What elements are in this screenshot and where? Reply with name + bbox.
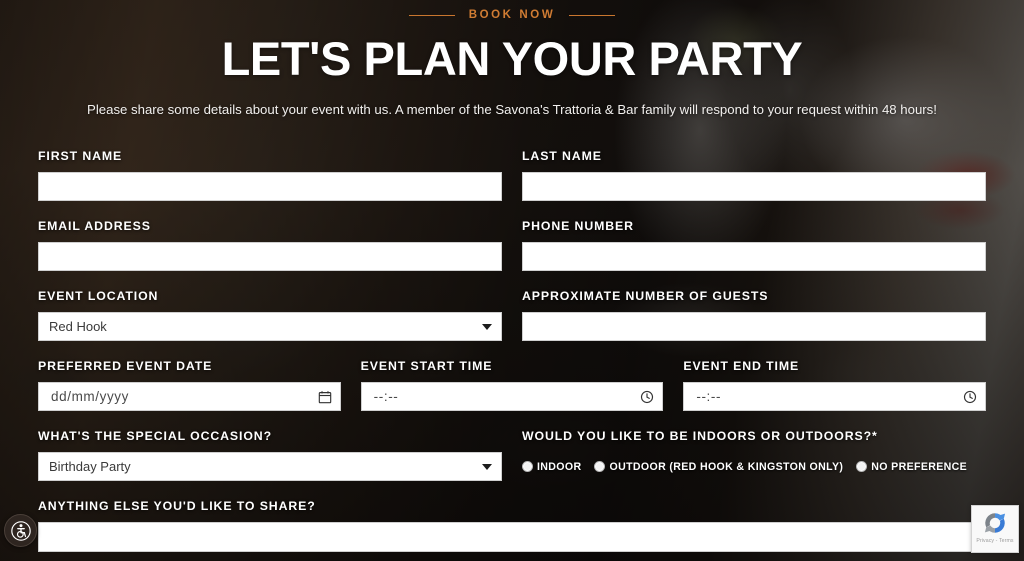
- field-phone: PHONE NUMBER: [522, 219, 986, 272]
- eyebrow-rule-left: [408, 14, 455, 16]
- end-time-value: --:--: [683, 382, 987, 412]
- eyebrow-block: BOOK NOW: [38, 0, 986, 21]
- radio-button-icon[interactable]: [522, 461, 533, 473]
- eyebrow-label: BOOK NOW: [468, 9, 556, 21]
- radio-button-icon[interactable]: [856, 461, 868, 473]
- field-event-date: PREFERRED EVENT DATE dd/mm/yyyy: [38, 359, 341, 412]
- wheelchair-accessibility-icon: [10, 520, 31, 541]
- field-email: EMAIL ADDRESS: [38, 219, 502, 272]
- form-row-names: FIRST NAME LAST NAME: [38, 149, 986, 202]
- form-row-contact: EMAIL ADDRESS PHONE NUMBER: [38, 219, 986, 272]
- radio-option-label: INDOOR: [537, 460, 582, 473]
- field-last-name: LAST NAME: [522, 149, 986, 202]
- first-name-input[interactable]: [38, 172, 502, 202]
- occasion-select[interactable]: Birthday Party: [38, 452, 502, 482]
- field-anything-else: ANYTHING ELSE YOU'D LIKE TO SHARE?: [38, 499, 986, 553]
- end-time-label: EVENT END TIME: [683, 359, 800, 374]
- radio-button-icon[interactable]: [594, 461, 606, 473]
- radio-option-no-preference[interactable]: NO PREFERENCE: [856, 461, 967, 473]
- start-time-label: EVENT START TIME: [360, 359, 493, 374]
- occasion-value: Birthday Party: [38, 452, 502, 482]
- party-booking-form: FIRST NAME LAST NAME EMAIL ADDRESS PHONE…: [38, 149, 987, 553]
- event-location-label: EVENT LOCATION: [38, 289, 159, 304]
- field-event-location: EVENT LOCATION Red Hook: [38, 289, 502, 342]
- radio-option-indoor[interactable]: INDOOR: [522, 461, 581, 473]
- event-date-label: PREFERRED EVENT DATE: [38, 359, 213, 374]
- occasion-label: WHAT'S THE SPECIAL OCCASION?: [38, 429, 272, 444]
- start-time-value: --:--: [360, 382, 664, 412]
- last-name-input[interactable]: [522, 172, 986, 202]
- recaptcha-logo-icon: [984, 513, 1006, 533]
- event-location-select[interactable]: Red Hook: [38, 312, 502, 342]
- radio-option-label: OUTDOOR (RED HOOK & KINGSTON ONLY): [609, 460, 844, 473]
- form-row-location-guests: EVENT LOCATION Red Hook APPROXIMATE NUMB…: [38, 289, 986, 342]
- accessibility-widget-button[interactable]: [4, 514, 37, 547]
- field-end-time: EVENT END TIME --:--: [683, 359, 987, 412]
- form-row-occasion: WHAT'S THE SPECIAL OCCASION? Birthday Pa…: [38, 429, 986, 482]
- page-subtitle: Please share some details about your eve…: [87, 102, 937, 118]
- recaptcha-privacy-terms-text[interactable]: Privacy - Terms: [976, 538, 1013, 544]
- anything-else-textarea[interactable]: [38, 522, 986, 553]
- guests-label: APPROXIMATE NUMBER OF GUESTS: [522, 289, 769, 304]
- phone-label: PHONE NUMBER: [522, 219, 634, 234]
- recaptcha-badge[interactable]: Privacy - Terms: [971, 505, 1019, 553]
- radio-option-outdoor[interactable]: OUTDOOR (RED HOOK & KINGSTON ONLY): [594, 461, 843, 473]
- event-date-value: dd/mm/yyyy: [38, 382, 341, 412]
- event-date-input[interactable]: dd/mm/yyyy: [38, 382, 341, 412]
- start-time-input[interactable]: --:--: [360, 382, 664, 412]
- form-row-anything-else: ANYTHING ELSE YOU'D LIKE TO SHARE?: [38, 499, 986, 553]
- field-occasion: WHAT'S THE SPECIAL OCCASION? Birthday Pa…: [38, 429, 502, 482]
- page-title: LET'S PLAN YOUR PARTY: [221, 32, 803, 85]
- first-name-label: FIRST NAME: [38, 149, 123, 164]
- form-row-datetime: PREFERRED EVENT DATE dd/mm/yyyy EVENT ST…: [38, 359, 987, 412]
- field-guests: APPROXIMATE NUMBER OF GUESTS: [522, 289, 986, 342]
- field-start-time: EVENT START TIME --:--: [360, 359, 664, 412]
- field-indoor-outdoor: WOULD YOU LIKE TO BE INDOORS OR OUTDOORS…: [522, 429, 986, 481]
- field-first-name: FIRST NAME: [38, 149, 502, 202]
- email-label: EMAIL ADDRESS: [38, 219, 151, 234]
- booking-page: BOOK NOW LET'S PLAN YOUR PARTY Please sh…: [0, 0, 1024, 561]
- phone-input[interactable]: [522, 242, 986, 272]
- end-time-input[interactable]: --:--: [683, 382, 987, 412]
- last-name-label: LAST NAME: [522, 149, 602, 164]
- guests-input[interactable]: [522, 312, 986, 342]
- eyebrow-rule-right: [569, 14, 616, 16]
- indoor-outdoor-radio-group: INDOOR OUTDOOR (RED HOOK & KINGSTON ONLY…: [522, 452, 986, 481]
- indoor-outdoor-label: WOULD YOU LIKE TO BE INDOORS OR OUTDOORS…: [522, 429, 878, 444]
- email-input[interactable]: [38, 242, 502, 272]
- event-location-value: Red Hook: [38, 312, 502, 342]
- radio-option-label: NO PREFERENCE: [871, 460, 968, 473]
- anything-else-label: ANYTHING ELSE YOU'D LIKE TO SHARE?: [38, 499, 316, 514]
